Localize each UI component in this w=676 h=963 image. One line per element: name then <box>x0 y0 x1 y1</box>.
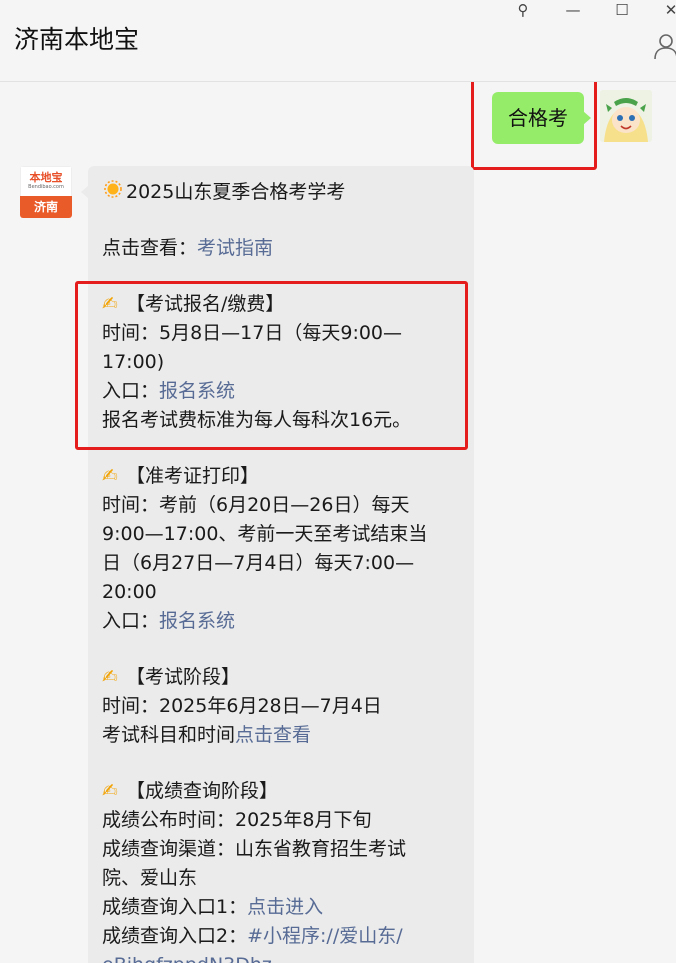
avatar-city: 济南 <box>20 196 72 218</box>
writing-hand-icon: ✍ <box>102 465 118 487</box>
entry-prefix: 入口： <box>102 610 160 632</box>
minimize-button[interactable]: — <box>558 0 588 22</box>
section-time-cont: 9:00—17:00、考前一天至考试结束当 <box>102 523 428 545</box>
self-avatar[interactable] <box>600 90 652 142</box>
section-title: 【准考证打印】 <box>126 465 260 487</box>
entry1-prefix: 成绩查询入口1： <box>102 896 248 918</box>
writing-hand-icon: ✍ <box>102 780 118 802</box>
subject-link[interactable]: 点击查看 <box>235 724 311 746</box>
entry2-prefix: 成绩查询入口2： <box>102 925 248 947</box>
title-bar: 济南本地宝 ⚲ — ☐ ✕ <box>0 0 676 82</box>
avatar-brand: 本地宝 <box>29 171 63 184</box>
maximize-button[interactable]: ☐ <box>607 0 637 22</box>
section-time-cont: 日（6月27日—7月4日）每天7:00— <box>102 552 415 574</box>
highlight-box <box>471 82 597 170</box>
reply-heading: 2025山东夏季合格考学考 <box>126 181 346 203</box>
publish-time: 成绩公布时间：2025年8月下旬 <box>102 809 372 831</box>
query-entry1-link[interactable]: 点击进入 <box>247 896 323 918</box>
avatar-site: Bendibao.com <box>28 184 64 190</box>
section-title: 【成绩查询阶段】 <box>126 780 279 802</box>
query-entry2-link[interactable]: #小程序://爱山东/ <box>247 925 403 947</box>
section-time: 时间：2025年6月28日—7月4日 <box>102 695 382 717</box>
close-button[interactable]: ✕ <box>656 0 676 22</box>
section-time: 时间：考前（6月20日—26日）每天 <box>102 494 410 516</box>
subject-prefix: 考试科目和时间 <box>102 724 236 746</box>
query-entry2-link-cont[interactable]: eBihgfzppdN3Dhz <box>102 954 272 963</box>
user-icon[interactable] <box>654 32 676 60</box>
query-channel-cont: 院、爱山东 <box>102 867 198 889</box>
pin-icon[interactable]: ⚲ <box>508 0 538 22</box>
bot-avatar[interactable]: 本地宝 Bendibao.com 济南 <box>20 166 72 218</box>
writing-hand-icon: ✍ <box>102 666 118 688</box>
guide-prefix: 点击查看： <box>102 237 198 259</box>
registration-system-link[interactable]: 报名系统 <box>159 610 235 632</box>
query-channel: 成绩查询渠道：山东省教育招生考试 <box>102 838 407 860</box>
highlight-box <box>75 281 468 450</box>
section-title: 【考试阶段】 <box>126 666 241 688</box>
guide-link[interactable]: 考试指南 <box>197 237 273 259</box>
sun-icon <box>104 180 122 198</box>
section-time-cont: 20:00 <box>102 581 157 603</box>
chat-area[interactable]: 合格考 本地宝 Bendibao.com 济南 2025山东夏季合格考学考 点击… <box>0 82 676 963</box>
chat-title: 济南本地宝 <box>14 25 140 54</box>
